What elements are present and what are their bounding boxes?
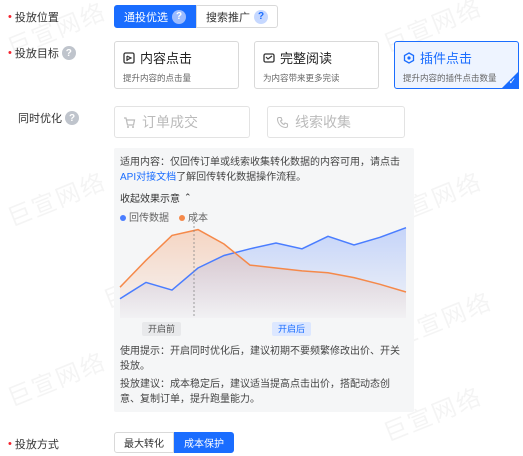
placement-label: • 投放位置	[8, 9, 59, 25]
cart-icon	[124, 116, 136, 128]
placement-option-search[interactable]: 搜索推广 ?	[196, 5, 278, 28]
mode-option-cost-protect[interactable]: 成本保护	[174, 432, 234, 453]
scope-prefix: 适用内容：	[120, 157, 170, 168]
placement-option-feed[interactable]: 通投优选 ?	[114, 5, 196, 28]
api-doc-link[interactable]: API对接文档	[120, 172, 176, 183]
collapse-label: 收起效果示意	[120, 194, 180, 205]
goal-label: • 投放目标 ?	[8, 45, 76, 61]
order-deal-option[interactable]: 订单成交	[114, 106, 250, 138]
mode-segmented: 最大转化 成本保护	[114, 432, 234, 453]
help-icon[interactable]: ?	[65, 111, 79, 125]
goal-card-desc: 为内容带来更多完读	[263, 73, 340, 83]
goal-card-title: 完整阅读	[280, 51, 333, 66]
chevron-up-icon: ⌃	[184, 192, 192, 202]
lead-collect-option[interactable]: 线索收集	[267, 106, 405, 138]
placement-option-label: 搜索推广	[206, 11, 250, 24]
mode-option-max-conversion[interactable]: 最大转化	[114, 432, 174, 453]
check-icon: ✓	[508, 76, 516, 86]
mode-label: • 投放方式	[8, 436, 59, 452]
help-icon[interactable]: ?	[172, 9, 186, 24]
help-icon[interactable]: ?	[254, 9, 268, 24]
required-marker: •	[8, 11, 12, 23]
goal-card-content-click[interactable]: 内容点击 提升内容的点击量	[114, 41, 239, 89]
watermark: 巨宣网络	[1, 342, 111, 413]
before-tag: 开启前	[142, 322, 182, 336]
content-icon	[123, 51, 135, 64]
goal-card-desc: 提升内容的点击量	[123, 73, 192, 83]
sync-label-text: 同时优化	[18, 113, 62, 125]
mode-option-label: 最大转化	[124, 439, 164, 450]
usage-tip: 使用提示：开启同时优化后，建议初期不要频繁修改出价、开关投放。	[120, 344, 404, 374]
delivery-advice: 投放建议：成本稳定后，建议适当提高点击出价，搭配动态创意、复制订单，提升跑量能力…	[120, 377, 404, 407]
goal-card-full-read[interactable]: 完整阅读 为内容带来更多完读	[254, 41, 379, 89]
goal-card-title: 插件点击	[420, 51, 473, 66]
goal-card-desc: 提升内容的插件点击数量	[403, 73, 497, 83]
order-deal-label: 订单成交	[142, 114, 198, 130]
advice-label: 投放建议：	[120, 379, 170, 390]
read-icon	[263, 52, 275, 63]
scope-text: 仅回传订单或线索收集转化数据的内容可用，请点击	[170, 157, 400, 168]
goal-card-title: 内容点击	[140, 51, 193, 66]
help-icon[interactable]: ?	[61, 46, 76, 60]
placement-segmented: 通投优选 ? 搜索推广 ?	[114, 5, 278, 28]
mode-label-text: 投放方式	[14, 439, 59, 451]
mode-option-label: 成本保护	[184, 439, 224, 450]
watermark: 巨宣网络	[1, 162, 111, 233]
placement-label-text: 投放位置	[14, 12, 59, 24]
goal-label-text: 投放目标	[14, 48, 59, 60]
collapse-toggle[interactable]: 收起效果示意 ⌃	[120, 190, 192, 205]
effect-chart	[119, 218, 407, 318]
required-marker: •	[8, 438, 12, 450]
required-marker: •	[8, 47, 12, 59]
lead-collect-label: 线索收集	[295, 114, 351, 130]
tip-label: 使用提示：	[120, 346, 170, 357]
scope-note: 适用内容：仅回传订单或线索收集转化数据的内容可用，请点击 API对接文档了解回传转…	[120, 155, 404, 185]
phone-icon	[276, 116, 289, 128]
sync-label: 同时优化 ?	[18, 110, 79, 126]
scope-suffix: 了解回传转化数据操作流程。	[176, 172, 307, 183]
placement-option-label: 通投优选	[124, 11, 168, 24]
goal-card-plugin-click[interactable]: 插件点击 提升内容的插件点击数量 ✓	[394, 41, 519, 89]
effect-panel: 适用内容：仅回传订单或线索收集转化数据的内容可用，请点击 API对接文档了解回传转…	[114, 148, 414, 412]
after-tag: 开启后	[272, 322, 312, 336]
plugin-icon	[403, 51, 415, 64]
